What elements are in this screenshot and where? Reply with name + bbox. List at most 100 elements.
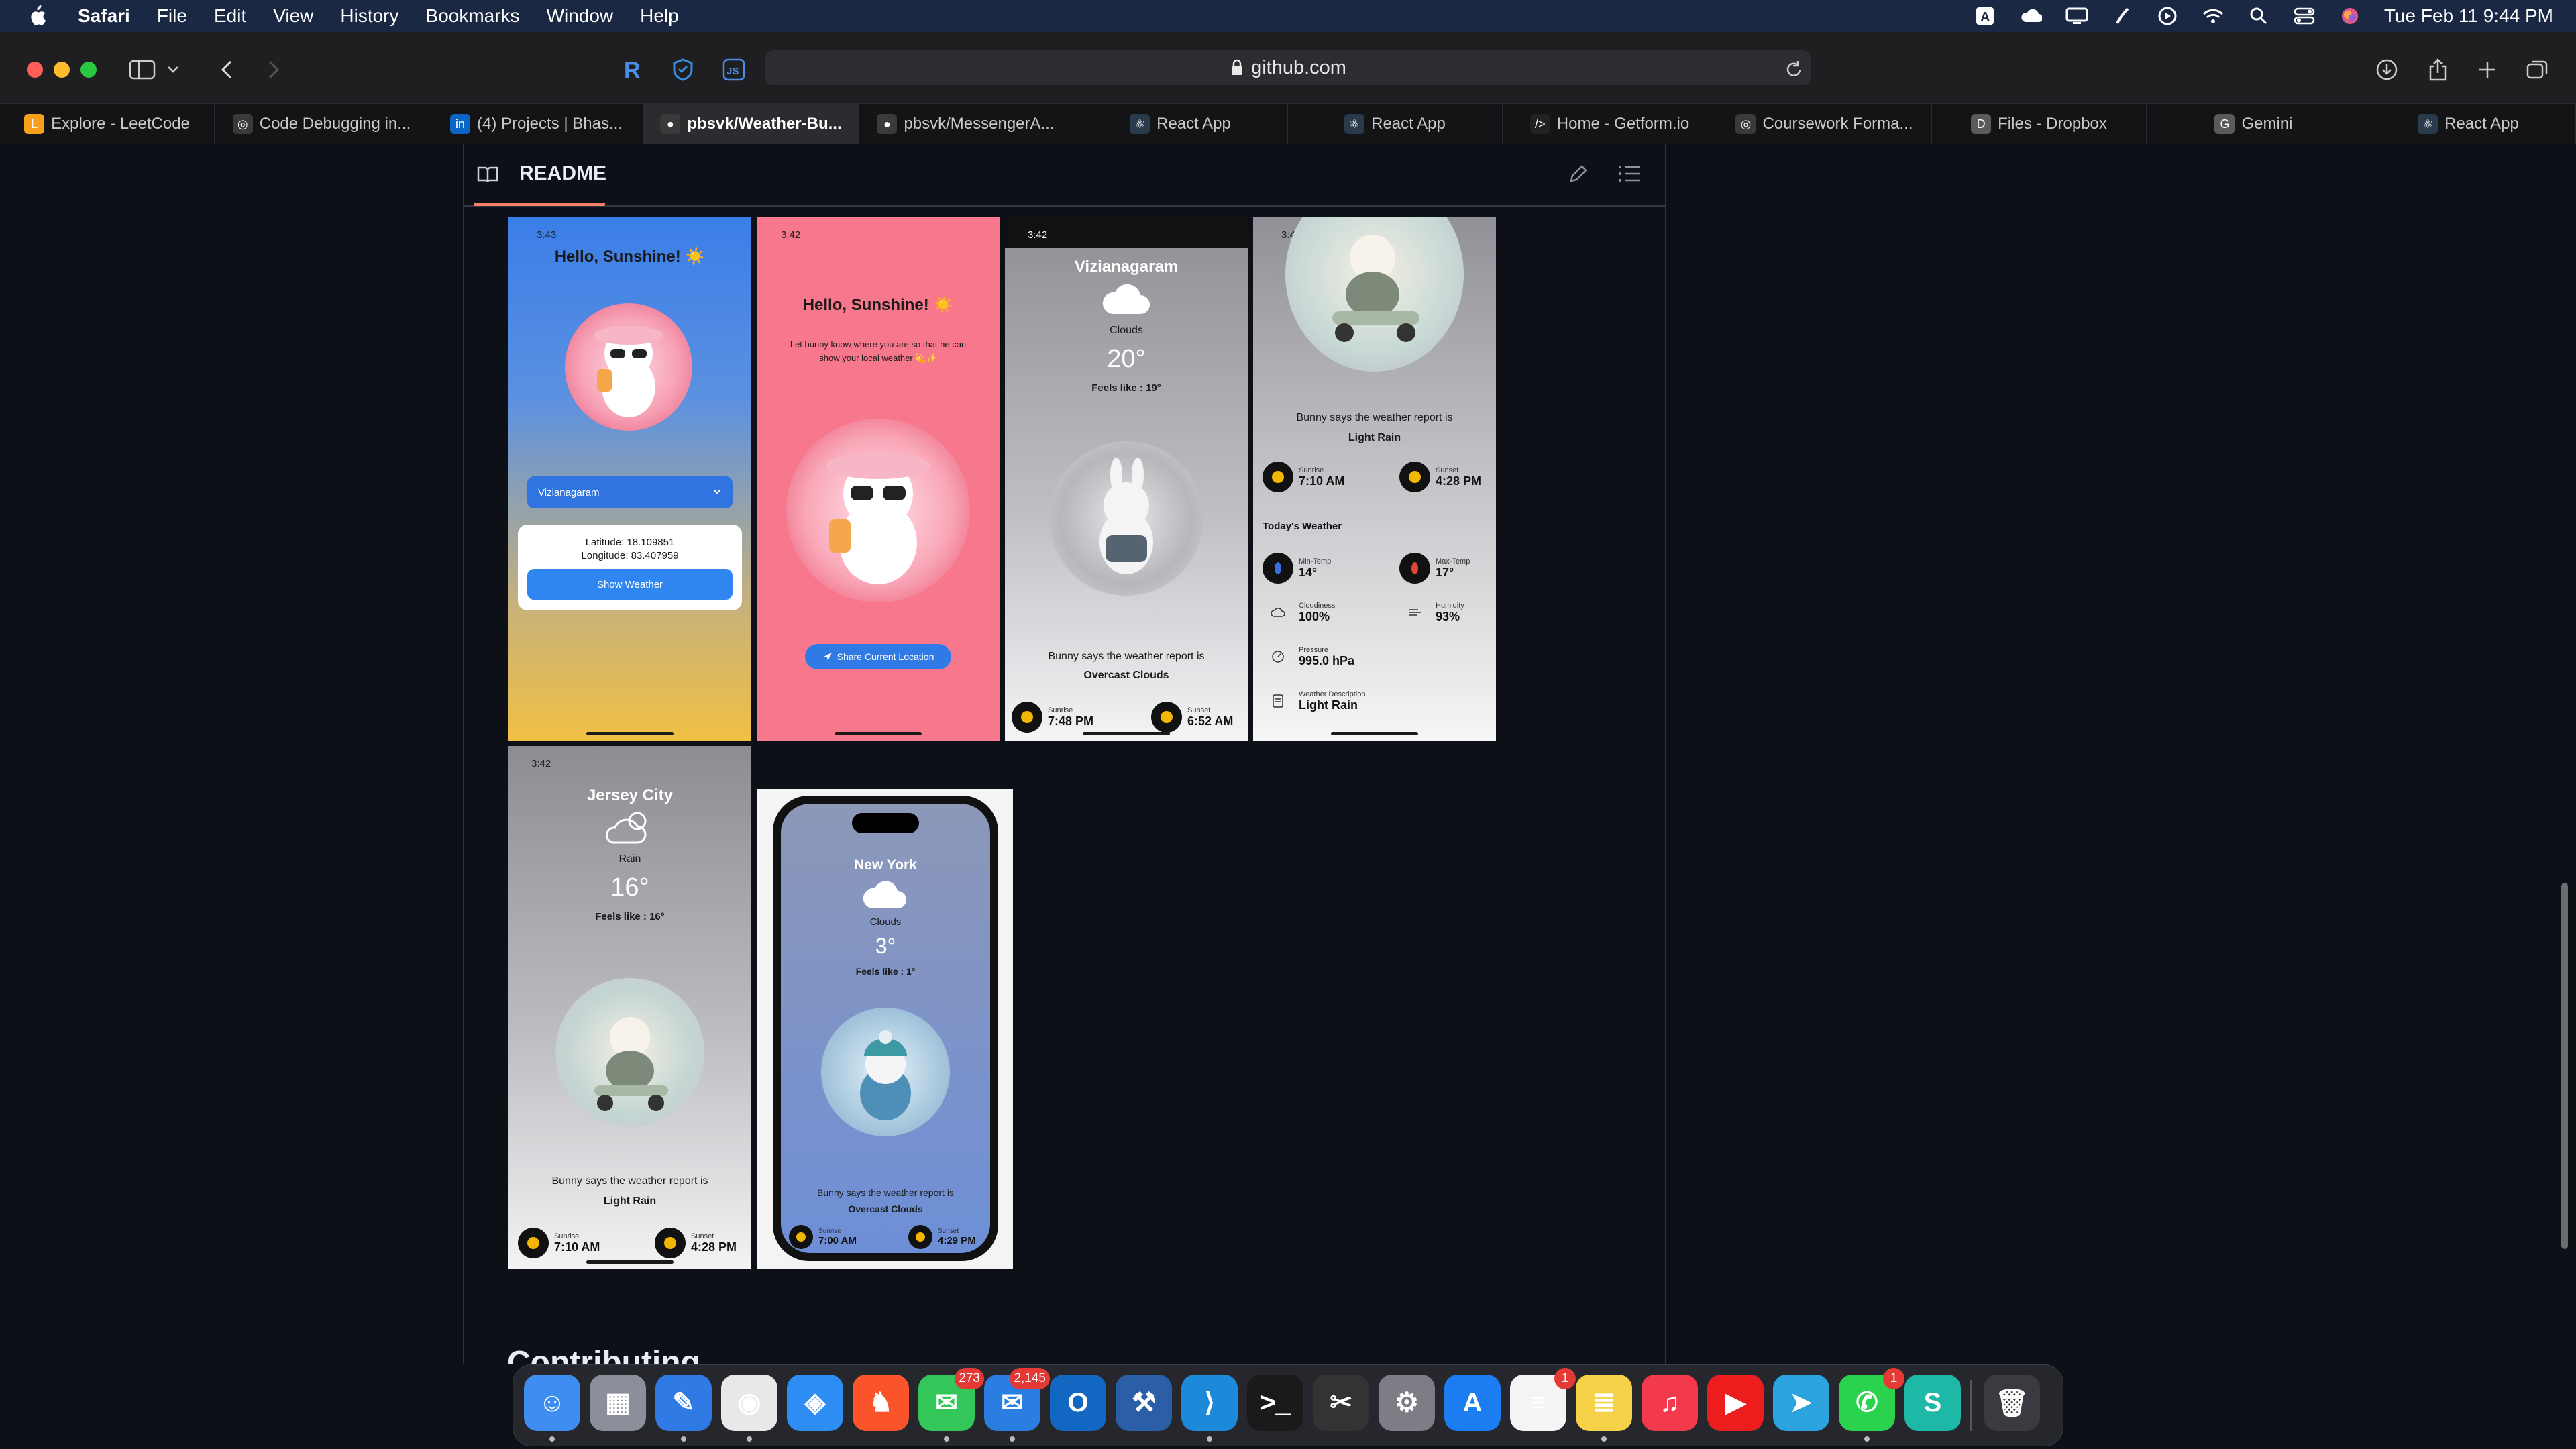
system-settings-icon[interactable]: ⚙ [1379,1375,1435,1431]
chrome-icon[interactable]: ◉ [721,1375,777,1431]
menu-app-name[interactable]: Safari [78,5,130,27]
chevron-down-icon[interactable] [165,55,181,85]
screenshot-location-permission: 3:42 Hello, Sunshine! ☀️ Let bunny know … [757,217,1000,741]
address-bar[interactable]: github.com [765,50,1811,85]
city-dropdown[interactable]: Vizianagaram [527,476,733,508]
share-location-button[interactable]: Share Current Location [805,644,951,669]
browser-tab[interactable]: ⚛ React App [2361,104,2576,144]
browser-tab[interactable]: G Gemini [2147,104,2361,144]
sidebar-toggle-button[interactable] [127,55,157,85]
text-input-icon[interactable]: A [1974,6,1996,26]
script-icon[interactable] [2110,6,2133,26]
downloads-icon[interactable] [2372,55,2402,85]
display-icon[interactable] [2065,6,2088,26]
chevron-down-icon [713,489,721,494]
clock[interactable]: Tue Feb 11 9:44 PM [2384,5,2553,27]
siri-icon[interactable] [2339,6,2361,26]
menu-edit[interactable]: Edit [214,5,246,27]
notes-icon[interactable]: ≣ [1576,1375,1632,1431]
surfshark-icon[interactable]: S [1904,1375,1961,1431]
browser-tab[interactable]: ● pbsvk/MessengerA... [859,104,1073,144]
sunset-info: Sunset 4:28 PM [655,1228,737,1258]
launchpad-icon[interactable]: ▦ [590,1375,646,1431]
svg-text:R: R [624,58,641,82]
page-scrollbar[interactable] [2561,883,2568,1249]
terminal-icon[interactable]: >_ [1247,1375,1303,1431]
music-icon[interactable]: ♫ [1642,1375,1698,1431]
control-center-icon[interactable] [2293,6,2316,26]
edit-icon[interactable] [1567,164,1589,185]
menu-history[interactable]: History [340,5,398,27]
react-icon: ⚛ [1344,114,1365,134]
browser-tab[interactable]: ● pbsvk/Weather-Bu... [644,104,859,144]
temperature: 3° [875,934,896,958]
show-weather-button[interactable]: Show Weather [527,569,733,600]
browser-tab[interactable]: ⚛ React App [1073,104,1288,144]
zoom-window-button[interactable] [80,62,97,78]
whatsapp-icon[interactable]: ✆ 1 [1839,1368,1904,1431]
brave-glyph: ♞ [869,1388,893,1417]
gauge-icon [1263,641,1293,672]
share-icon[interactable] [2423,55,2453,85]
outlook-icon[interactable]: O [1050,1375,1106,1431]
react-icon: ⚛ [1130,114,1150,134]
cloud-icon[interactable] [2019,6,2042,26]
tab-overview-icon[interactable] [2522,55,2552,85]
vscode-icon[interactable]: ⟩ [1181,1375,1238,1431]
browser-tab[interactable]: /> Home - Getform.io [1503,104,1717,144]
readwise-extension-icon[interactable]: R [617,55,647,85]
readme-tab[interactable]: README [519,162,606,185]
play-circle-icon[interactable] [2156,6,2179,26]
browser-tab[interactable]: in (4) Projects | Bhas... [429,104,644,144]
simulator-icon[interactable]: ⚒ [1116,1375,1172,1431]
book-icon [477,166,498,183]
browser-tab[interactable]: ◎ Code Debugging in... [215,104,429,144]
min-temp-info: Min-Temp 14° [1263,553,1331,584]
messages-icon[interactable]: ✉ 273 [918,1368,984,1431]
readme-tab-underline [474,203,605,206]
final-cut-icon[interactable]: ✂ [1313,1375,1369,1431]
bitwarden-extension-icon[interactable] [668,55,698,85]
back-button[interactable] [212,55,241,85]
close-window-button[interactable] [27,62,43,78]
mail-glyph: ✉ [1001,1388,1024,1417]
menu-help[interactable]: Help [640,5,679,27]
notification-badge: 1 [1883,1368,1904,1389]
browser-tab[interactable]: ◎ Coursework Forma... [1717,104,1932,144]
mail-icon[interactable]: ✉ 2,145 [984,1368,1050,1431]
brave-icon[interactable]: ♞ [853,1375,909,1431]
surfshark-glyph: S [1923,1387,1942,1417]
forward-button[interactable] [259,55,288,85]
youtube-icon[interactable]: ▶ [1707,1375,1764,1431]
trash-icon[interactable]: 🗑 [1984,1375,2040,1431]
reminders-icon[interactable]: ≡ 1 [1510,1368,1576,1431]
js-extension-icon[interactable]: JS [719,55,749,85]
menu-bookmarks[interactable]: Bookmarks [426,5,520,27]
reload-icon[interactable] [1779,55,1809,85]
new-tab-icon[interactable] [2473,55,2502,85]
menu-window[interactable]: Window [547,5,614,27]
app-store-icon[interactable]: A [1444,1375,1501,1431]
tab-label: Coursework Forma... [1762,115,1913,133]
final-cut-glyph: ✂ [1330,1388,1352,1417]
launchpad-glyph: ▦ [605,1388,631,1417]
wifi-icon[interactable] [2202,6,2224,26]
tab-label: pbsvk/MessengerA... [904,115,1055,133]
finder-icon[interactable]: ☺ [524,1375,580,1431]
xcode-icon[interactable]: ✎ [655,1375,712,1431]
menu-view[interactable]: View [273,5,313,27]
outline-list-icon[interactable] [1618,164,1641,184]
dropbox-icon: D [1971,114,1992,134]
telegram-icon[interactable]: ➤ [1773,1375,1829,1431]
safari-icon[interactable]: ◈ [787,1375,843,1431]
system-settings-glyph: ⚙ [1395,1388,1419,1417]
apple-icon[interactable] [27,5,47,28]
search-icon[interactable] [2247,6,2270,26]
menu-file[interactable]: File [157,5,187,27]
condition: Clouds [1110,325,1143,336]
minimize-window-button[interactable] [54,62,70,78]
browser-tab[interactable]: ⚛ React App [1288,104,1503,144]
browser-tab[interactable]: L Explore - LeetCode [0,104,215,144]
city-name: New York [854,857,917,873]
browser-tab[interactable]: D Files - Dropbox [1932,104,2147,144]
